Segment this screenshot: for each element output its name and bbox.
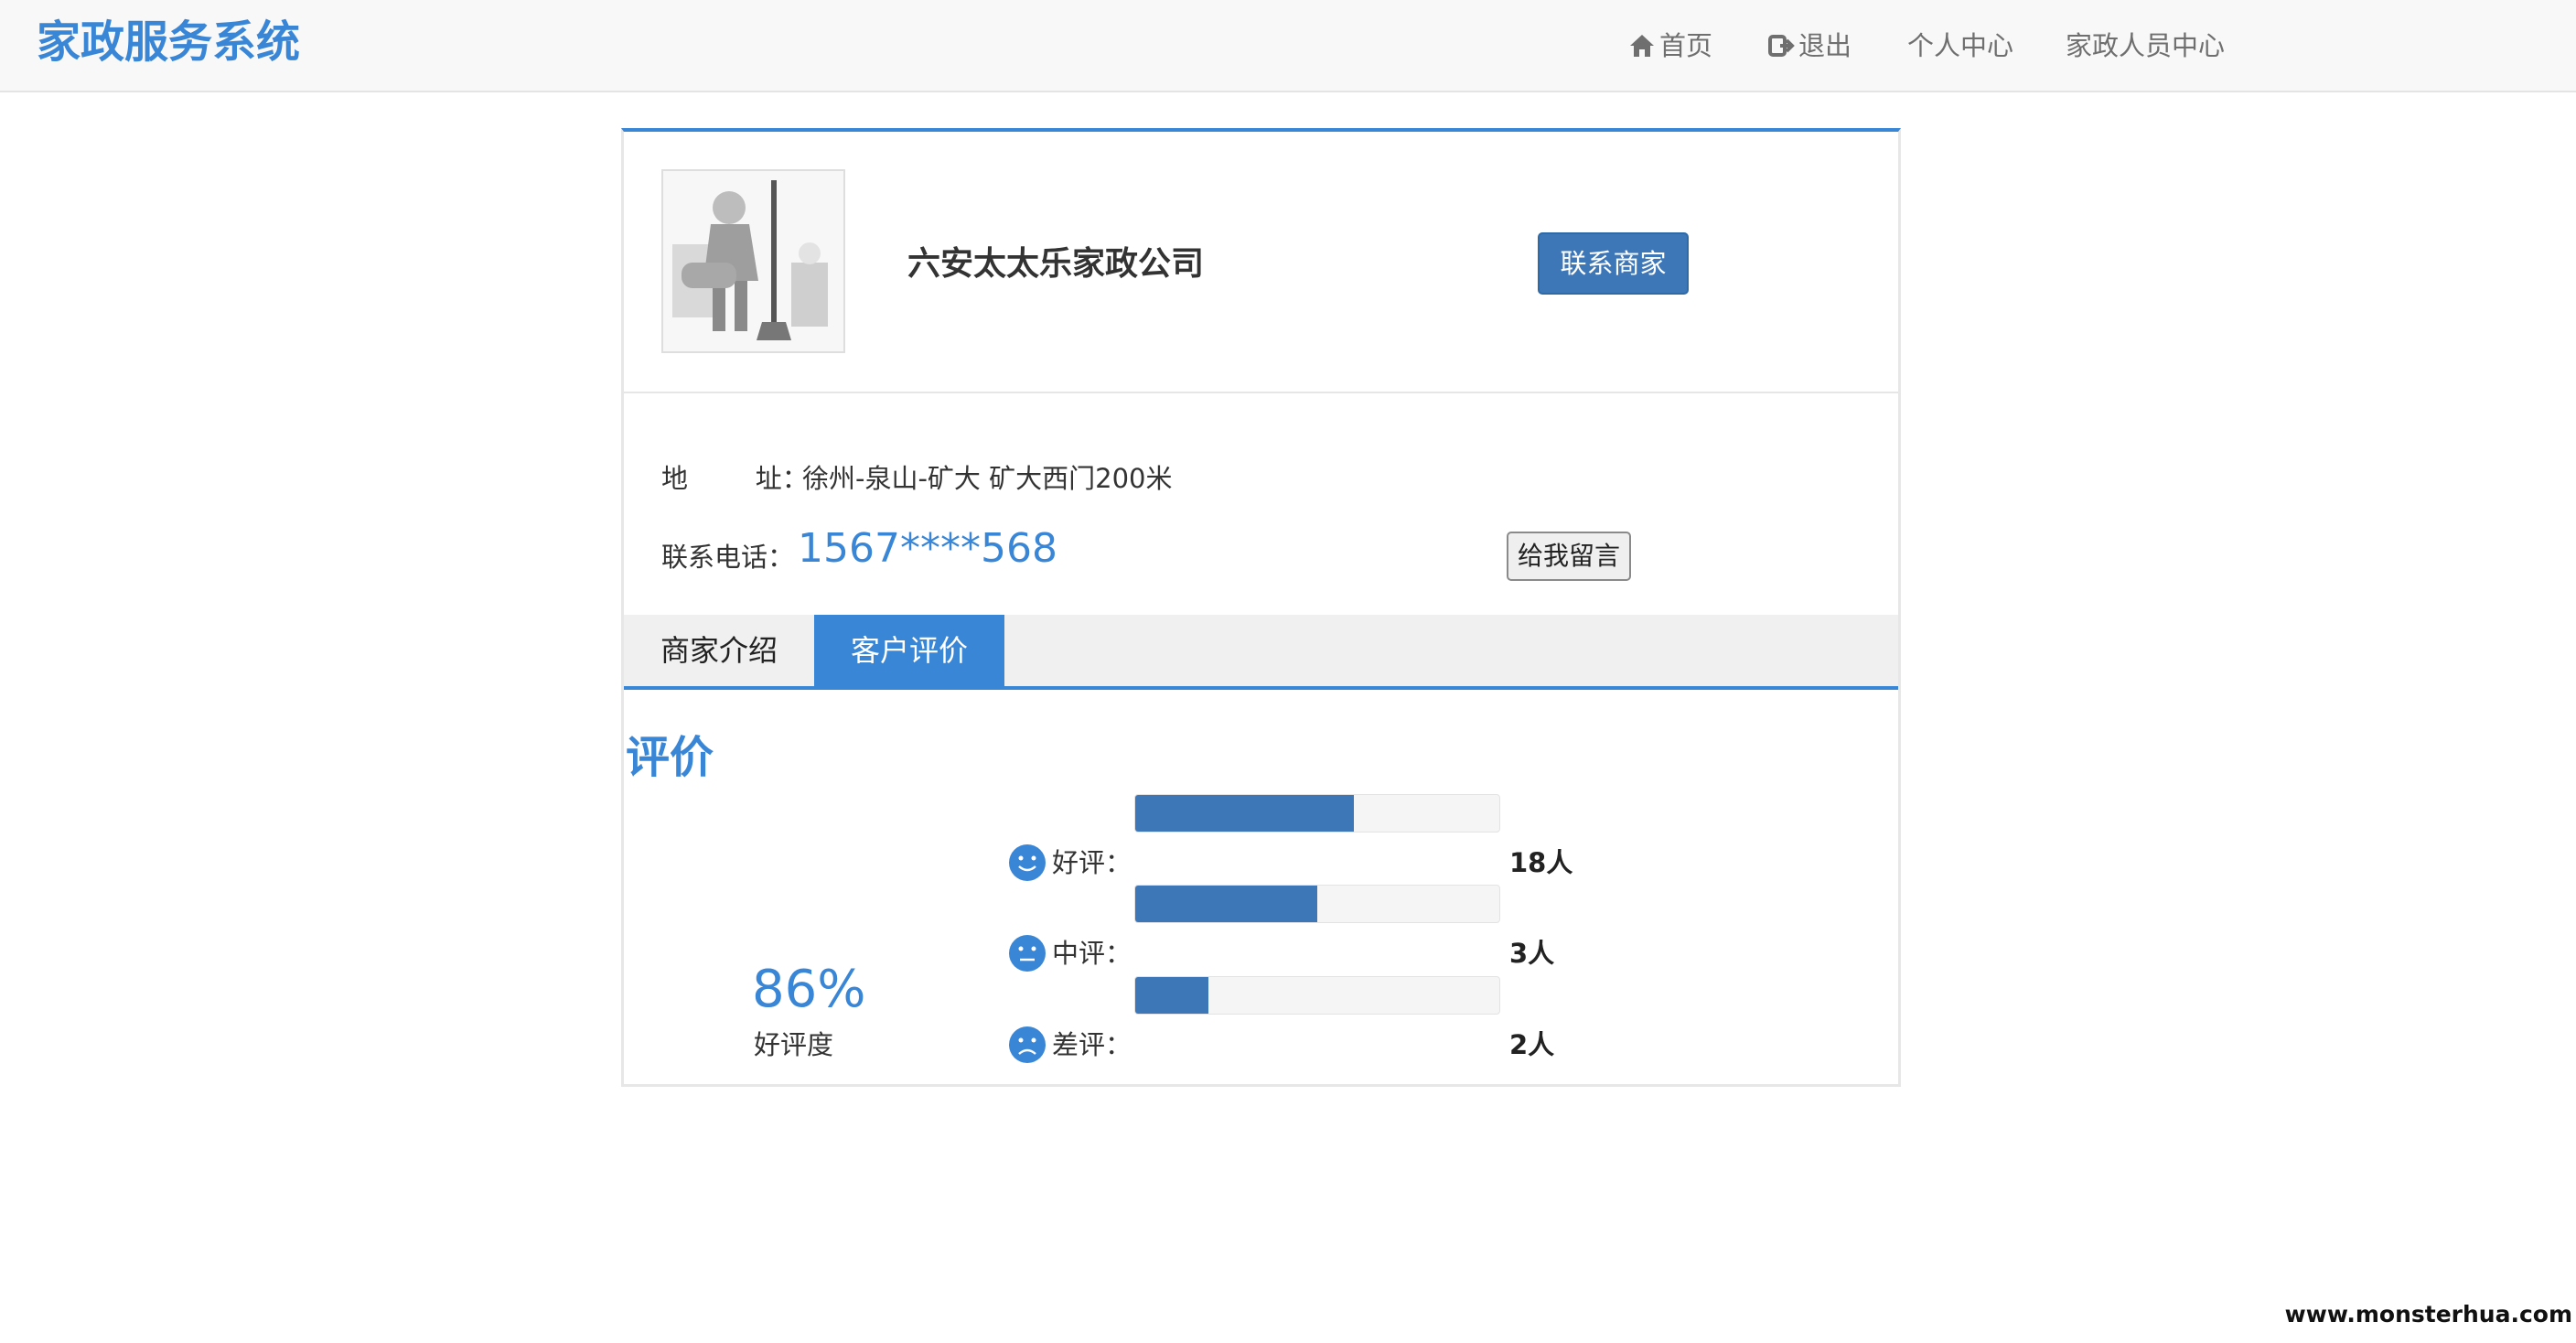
neutral-face-icon (1009, 935, 1046, 972)
rating-label: 中评： (1052, 938, 1132, 969)
top-navbar: 家政服务系统 首页 退出 个人中心 家政人员中心 (0, 0, 2576, 92)
rating-bar-fill (1135, 977, 1208, 1014)
rating-count: 2人 (1509, 1029, 1555, 1060)
merchant-logo (661, 169, 845, 353)
site-brand[interactable]: 家政服务系统 (37, 13, 300, 71)
rating-count: 3人 (1509, 938, 1555, 969)
tab-customer-reviews[interactable]: 客户评价 (814, 615, 1004, 686)
rating-count: 18人 (1509, 847, 1573, 878)
nav-home-label: 首页 (1659, 30, 1713, 61)
address-label: 地 址： (661, 463, 809, 494)
housekeeper-illustration-icon (663, 171, 843, 351)
rating-row-positive: 好评： 18人 (624, 794, 1898, 886)
rating-row-neutral: 中评： 3人 (624, 885, 1898, 976)
nav-profile-link[interactable]: 个人中心 (1907, 27, 2013, 64)
tab-merchant-intro[interactable]: 商家介绍 (624, 615, 814, 686)
merchant-card: 六安太太乐家政公司 联系商家 地 址： 徐州-泉山-矿大 矿大西门200米 联系… (621, 128, 1901, 1087)
contact-merchant-button[interactable]: 联系商家 (1538, 232, 1689, 295)
company-name: 六安太太乐家政公司 (907, 245, 1205, 283)
rating-bar-track (1134, 976, 1500, 1015)
smile-icon (1009, 844, 1046, 881)
sad-face-icon (1009, 1026, 1046, 1063)
address-value: 徐州-泉山-矿大 矿大西门200米 (802, 463, 1173, 494)
rating-bar-track (1134, 885, 1500, 923)
watermark: www.monsterhua.com (2284, 1301, 2572, 1327)
phone-value: 1567****568 (798, 525, 1057, 572)
home-icon (1630, 35, 1654, 57)
rating-label: 好评： (1052, 847, 1132, 878)
rating-bar-fill (1135, 886, 1317, 922)
tab-bar: 商家介绍 客户评价 (624, 615, 1898, 690)
logout-icon (1768, 35, 1795, 57)
rating-label: 差评： (1052, 1029, 1132, 1060)
leave-message-button[interactable]: 给我留言 (1507, 532, 1631, 581)
nav-logout-link[interactable]: 退出 (1767, 27, 1852, 64)
phone-label: 联系电话： (661, 542, 795, 573)
merchant-header: 六安太太乐家政公司 联系商家 (624, 132, 1898, 393)
nav-logout-label: 退出 (1798, 30, 1852, 61)
rating-bar-track (1134, 794, 1500, 833)
rating-row-negative: 差评： 2人 (624, 976, 1898, 1068)
nav-staff-center-link[interactable]: 家政人员中心 (2066, 27, 2225, 64)
reviews-title: 评价 (626, 732, 714, 783)
nav-home-link[interactable]: 首页 (1628, 27, 1712, 64)
rating-bar-fill (1135, 795, 1354, 832)
